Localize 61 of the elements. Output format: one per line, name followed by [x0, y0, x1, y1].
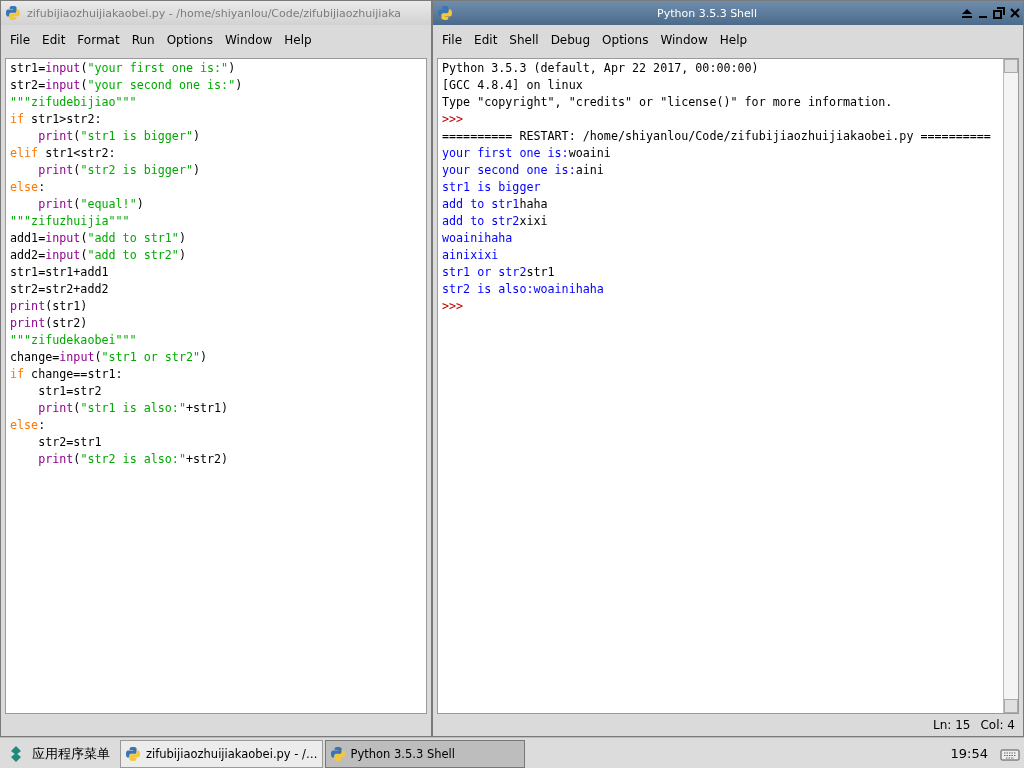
code-line: your first one is:woaini [442, 145, 612, 162]
menu-item[interactable]: Shell [503, 33, 545, 47]
code-line: print("str1 is bigger") [37, 128, 201, 145]
code-line: print("str2 is bigger") [37, 162, 201, 179]
menu-item[interactable]: Help [278, 33, 318, 47]
code-line: print("str1 is also:"+str1) [37, 400, 230, 417]
code-line: str2=input("your second one is:") [10, 77, 244, 94]
code-line: Python 3.5.3 (default, Apr 22 2017, 00:00:00) [442, 60, 760, 77]
code-line: change=input("str1 or str2") [10, 349, 209, 366]
code-line: str2 is also:woainihaha [442, 281, 605, 298]
code-line: >>> [442, 298, 465, 315]
taskbar-button[interactable]: zifubijiaozhuijiakaobei.py - /… [120, 739, 323, 768]
menu-item[interactable]: File [436, 33, 469, 47]
code-line: str1 is bigger [442, 179, 542, 196]
code-line: str2=str2+add2 [10, 281, 110, 298]
code-line: >>> [442, 111, 465, 128]
code-line: add to str1haha [442, 196, 549, 213]
code-line: add to str2xixi [442, 213, 549, 230]
start-menu-label[interactable]: 应用程序菜单 [32, 744, 110, 763]
code-line: Type "copyright", "credits" or "license()" for more information. [442, 94, 894, 111]
column-number: Col: 4 [980, 718, 1015, 732]
code-line: [GCC 4.8.4] on linux [442, 77, 584, 94]
code-line: print(str2) [10, 315, 89, 332]
menu-item[interactable]: Options [160, 33, 219, 47]
code-line: if change==str1: [10, 366, 124, 383]
code-line: else: [10, 417, 47, 434]
menu-item[interactable]: Edit [36, 33, 72, 47]
code-line: print("str2 is also:"+str2) [37, 451, 230, 468]
window-title: zifubijiaozhuijiakaobei.py - /home/shiyanlou/Code/zifubijiaozhuijiaka [27, 6, 403, 20]
code-line: elif str1<str2: [10, 145, 117, 162]
code-line: """zifudebijiao""" [10, 94, 138, 111]
menu-item[interactable]: Edit [468, 33, 504, 47]
clock: 19:54 [950, 746, 988, 761]
code-line: str1=input("your first one is:") [10, 60, 237, 77]
menu-item[interactable]: Options [596, 33, 655, 47]
line-number: Ln: 15 [933, 718, 971, 732]
code-line: if str1>str2: [10, 111, 103, 128]
code-line: str1=str2 [37, 383, 103, 400]
code-line: your second one is:aini [442, 162, 605, 179]
code-line: woainihaha [442, 230, 514, 247]
code-line: print(str1) [10, 298, 89, 315]
menu-item[interactable]: Help [713, 33, 754, 47]
code-line: add2=input("add to str2") [10, 247, 187, 264]
menu-item[interactable]: Window [654, 33, 714, 47]
window-title: Python 3.5.3 Shell [656, 6, 758, 20]
code-line: str1 or str2str1 [442, 264, 556, 281]
code-line: """zifudekaobei""" [10, 332, 138, 349]
code-line: print("equal!") [37, 196, 145, 213]
code-line: add1=input("add to str1") [10, 230, 187, 247]
menu-item[interactable]: Debug [544, 33, 597, 47]
code-line: str2=str1 [37, 434, 103, 451]
menu-item[interactable]: File [4, 33, 37, 47]
code-line: ainixixi [442, 247, 500, 264]
taskbar-button[interactable]: Python 3.5.3 Shell [324, 739, 525, 768]
code-line: str1=str1+add1 [10, 264, 110, 281]
menu-item[interactable]: Format [71, 33, 126, 47]
menu-item[interactable]: Run [125, 33, 161, 47]
menu-item[interactable]: Window [218, 33, 279, 47]
code-line: ========== RESTART: /home/shiyanlou/Code/zifubijiaozhuijiakaobei.py ========== [442, 128, 992, 145]
code-line: else: [10, 179, 47, 196]
code-line: """zifuzhuijia""" [10, 213, 131, 230]
